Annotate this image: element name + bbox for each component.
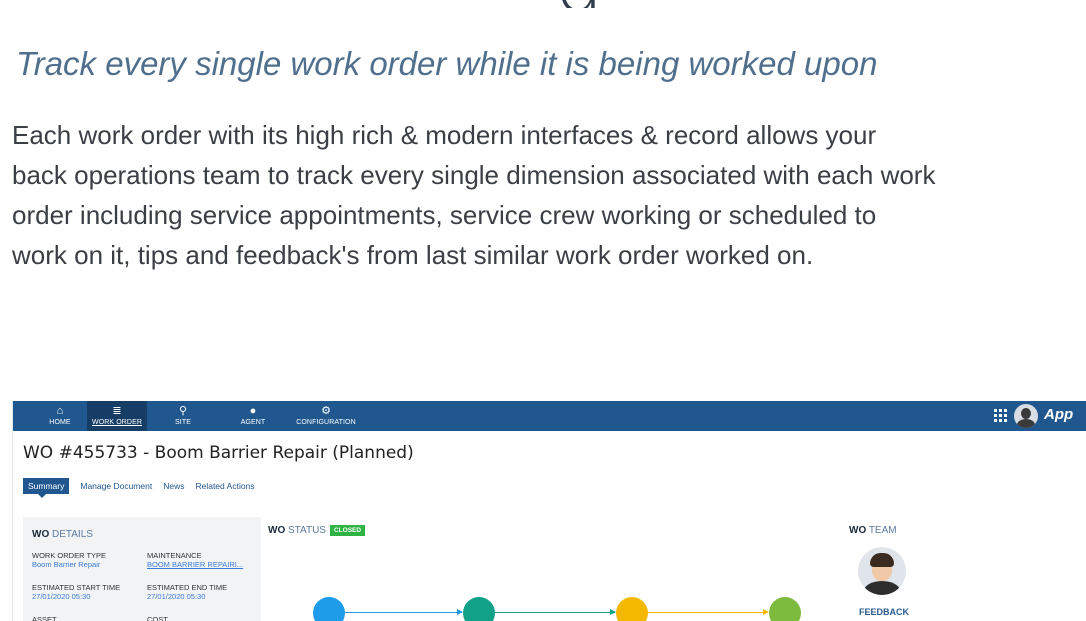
home-icon: ⌂ [56, 404, 64, 417]
team-member-avatar[interactable] [858, 547, 906, 595]
apps-grid-icon[interactable] [994, 409, 1007, 422]
nav-label: WORK ORDER [92, 418, 142, 426]
wo-details-panel: WO DETAILS WORK ORDER TYPE Boom Barrier … [23, 517, 261, 621]
description-line: Each work order with its high rich & mod… [12, 120, 877, 150]
configuration-icon: ⚙ [321, 404, 331, 417]
wo-status-heading: WO STATUS CLOSED [268, 525, 366, 536]
tab-manage-document[interactable]: Manage Document [80, 481, 152, 491]
wo-team-heading: WO TEAM [849, 525, 897, 536]
field-asset: ASSET [32, 615, 57, 621]
top-navigation-bar: ⌂ HOME ≣ WORK ORDER ⚲ SITE ● AGENT ⚙ CON… [13, 401, 1086, 431]
nav-work-order[interactable]: ≣ WORK ORDER [87, 401, 147, 431]
feedback-link[interactable]: FEEDBACK [859, 607, 909, 617]
nav-configuration[interactable]: ⚙ CONFIGURATION [293, 401, 359, 431]
field-estimated-start-time: ESTIMATED START TIME 27/01/2020 05:30 [32, 583, 121, 601]
field-cost: COST [147, 615, 168, 621]
user-icon: ● [249, 404, 257, 417]
nav-label: CONFIGURATION [296, 418, 356, 426]
wo-details-heading: WO DETAILS [32, 529, 93, 540]
timeline-step-3[interactable] [616, 597, 648, 621]
nav-site[interactable]: ⚲ SITE [168, 401, 198, 431]
map-pin-icon: ⚲ [178, 404, 188, 417]
hero-heading-glyph: g [555, 0, 601, 8]
hero-description: Each work order with its high rich & mod… [12, 115, 1086, 285]
user-avatar[interactable] [1014, 404, 1038, 428]
timeline-connector [345, 612, 462, 613]
tab-news[interactable]: News [163, 481, 184, 491]
field-maintenance: MAINTENANCE BOOM BARRIER REPAIRI... [147, 551, 244, 569]
timeline-connector [648, 612, 768, 613]
status-badge: CLOSED [329, 525, 366, 536]
work-order-icon: ≣ [112, 404, 122, 417]
timeline-step-4[interactable] [769, 597, 801, 621]
timeline-step-1[interactable] [313, 597, 345, 621]
nav-label: SITE [175, 418, 191, 426]
description-line: work on it, tips and feedback's from las… [12, 240, 814, 270]
tab-bar: Summary Manage Document News Related Act… [23, 477, 266, 498]
timeline-connector [495, 612, 615, 613]
nav-home[interactable]: ⌂ HOME [43, 401, 77, 431]
hero-tagline: Track every single work order while it i… [16, 45, 878, 82]
nav-label: AGENT [240, 418, 266, 426]
description-line: back operations team to track every sing… [12, 160, 936, 190]
hero-heading-fragment: g [0, 0, 1086, 8]
tab-summary[interactable]: Summary [23, 478, 70, 498]
brand-logo: App [1044, 406, 1074, 423]
field-estimated-end-time: ESTIMATED END TIME 27/01/2020 05:30 [147, 583, 228, 601]
tab-related-actions[interactable]: Related Actions [195, 481, 254, 491]
status-timeline [293, 591, 813, 621]
timeline-step-2[interactable] [463, 597, 495, 621]
description-line: order including service appointments, se… [12, 200, 877, 230]
maintenance-link[interactable]: BOOM BARRIER REPAIRI... [147, 560, 243, 569]
nav-label: HOME [49, 418, 71, 426]
nav-agent[interactable]: ● AGENT [234, 401, 272, 431]
field-work-order-type: WORK ORDER TYPE Boom Barrier Repair [32, 551, 107, 569]
page-title: WO #455733 - Boom Barrier Repair (Planne… [23, 443, 414, 463]
app-screenshot: ⌂ HOME ≣ WORK ORDER ⚲ SITE ● AGENT ⚙ CON… [12, 401, 1086, 621]
